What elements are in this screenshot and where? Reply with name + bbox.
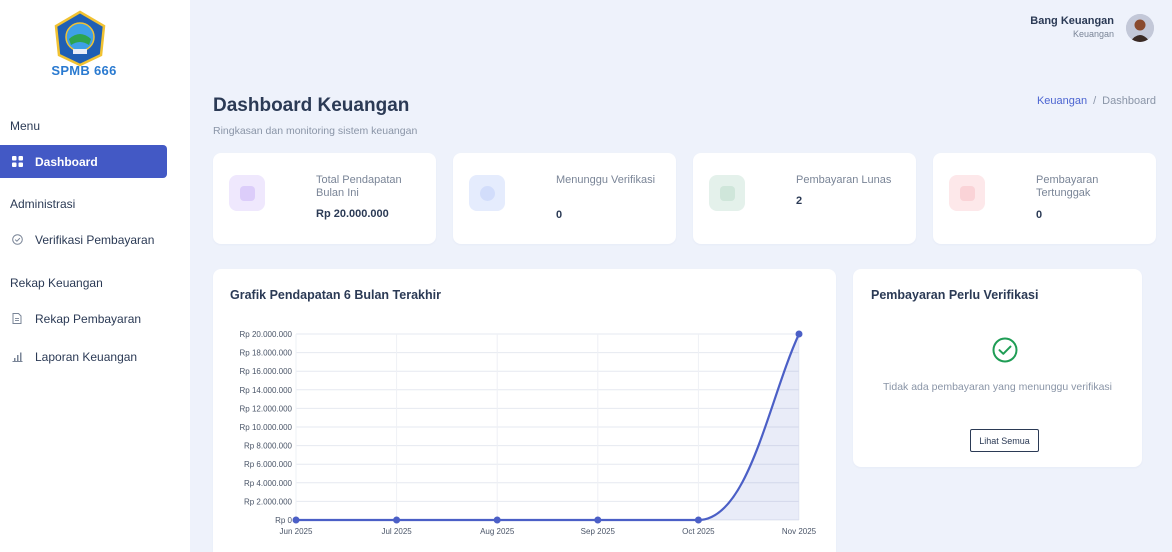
- y-tick-label: Rp 6.000.000: [244, 460, 293, 469]
- x-tick-label: Oct 2025: [682, 527, 715, 536]
- y-tick-label: Rp 0: [275, 516, 292, 525]
- document-icon: [11, 313, 23, 325]
- breadcrumb-separator: /: [1093, 95, 1097, 107]
- y-tick-label: Rp 12.000.000: [240, 404, 293, 413]
- verification-empty-text: Tidak ada pembayaran yang menunggu verif…: [883, 381, 1112, 393]
- user-name[interactable]: Bang Keuangan: [1030, 15, 1114, 27]
- breadcrumb-link-keuangan[interactable]: Keuangan: [1037, 95, 1087, 107]
- revenue-chart-card: Grafik Pendapatan 6 Bulan Terakhir Rp 0R…: [213, 269, 836, 552]
- section-label-administrasi: Administrasi: [10, 197, 76, 211]
- y-tick-label: Rp 20.000.000: [240, 330, 293, 339]
- sidebar-item-label: Verifikasi Pembayaran: [35, 232, 155, 247]
- sidebar-item-label: Rekap Pembayaran: [35, 311, 142, 326]
- section-label-rekap: Rekap Keuangan: [10, 276, 103, 290]
- page-title: Dashboard Keuangan: [213, 95, 410, 116]
- sidebar-item-laporan-keuangan[interactable]: Laporan Keuangan: [0, 340, 167, 373]
- stat-value: Rp 20.000.000: [316, 208, 389, 220]
- data-point: [493, 516, 501, 524]
- verification-title: Pembayaran Perlu Verifikasi: [871, 288, 1039, 302]
- sidebar: SPMB 666 Menu Dashboard Administrasi Ver…: [0, 0, 190, 552]
- stat-label: Pembayaran Lunas: [796, 174, 892, 186]
- y-tick-label: Rp 2.000.000: [244, 497, 293, 506]
- x-tick-label: Nov 2025: [782, 527, 817, 536]
- y-tick-label: Rp 4.000.000: [244, 479, 293, 488]
- y-tick-label: Rp 14.000.000: [240, 386, 293, 395]
- verification-card: Pembayaran Perlu Verifikasi Tidak ada pe…: [853, 269, 1142, 467]
- clock-icon: [469, 175, 505, 211]
- x-tick-label: Jul 2025: [381, 527, 412, 536]
- avatar[interactable]: [1126, 14, 1154, 42]
- chart-title: Grafik Pendapatan 6 Bulan Terakhir: [230, 288, 441, 302]
- sidebar-item-label: Laporan Keuangan: [35, 349, 138, 364]
- brand-name: SPMB 666: [51, 63, 117, 78]
- check-circle-icon: [992, 337, 1018, 363]
- y-tick-label: Rp 16.000.000: [240, 367, 293, 376]
- wallet-icon: [229, 175, 265, 211]
- x-tick-label: Jun 2025: [280, 527, 313, 536]
- data-point: [694, 516, 702, 524]
- page-subtitle: Ringkasan dan monitoring sistem keuangan: [213, 125, 418, 137]
- y-tick-label: Rp 8.000.000: [244, 442, 293, 451]
- breadcrumb-current: Dashboard: [1102, 95, 1156, 107]
- see-all-button[interactable]: Lihat Semua: [970, 429, 1039, 452]
- stat-label: Menunggu Verifikasi: [556, 174, 656, 186]
- revenue-line-chart: Rp 0 Rp 2.000.000 Rp 4.000.000 Rp 6.000.000…: [240, 330, 817, 536]
- data-point: [594, 516, 602, 524]
- check-circle-icon: [11, 234, 23, 246]
- x-tick-label: Sep 2025: [581, 527, 616, 536]
- grid-icon: [11, 156, 23, 168]
- x-square-icon: [949, 175, 985, 211]
- section-label-menu: Menu: [10, 119, 41, 133]
- sidebar-item-rekap-pembayaran[interactable]: Rekap Pembayaran: [0, 302, 167, 335]
- bar-chart-icon: [11, 351, 23, 363]
- sidebar-item-verifikasi[interactable]: Verifikasi Pembayaran: [0, 223, 167, 256]
- stat-value: 0: [1036, 209, 1043, 221]
- data-point: [292, 516, 300, 524]
- stat-value: 0: [556, 209, 563, 221]
- stat-card-pembayaran-tertunggak: Pembayaran Tertunggak 0: [933, 153, 1156, 244]
- stat-card-pembayaran-lunas: Pembayaran Lunas 2: [693, 153, 916, 244]
- y-tick-label: Rp 18.000.000: [240, 349, 293, 358]
- breadcrumb: Keuangan / Dashboard: [1037, 95, 1156, 107]
- stat-label: Total Pendapatan Bulan Ini: [316, 174, 402, 199]
- stat-card-total-pendapatan: Total Pendapatan Bulan Ini Rp 20.000.000: [213, 153, 436, 244]
- sidebar-item-label: Dashboard: [35, 154, 98, 169]
- stat-label: Pembayaran Tertunggak: [1036, 174, 1099, 199]
- y-tick-label: Rp 10.000.000: [240, 423, 293, 432]
- x-tick-label: Aug 2025: [480, 527, 515, 536]
- data-point: [393, 516, 401, 524]
- user-role: Keuangan: [1072, 29, 1114, 39]
- sidebar-item-dashboard[interactable]: Dashboard: [0, 145, 167, 178]
- stat-value: 2: [796, 195, 803, 207]
- school-logo: [51, 9, 109, 67]
- stat-card-menunggu-verifikasi: Menunggu Verifikasi 0: [453, 153, 676, 244]
- check-square-icon: [709, 175, 745, 211]
- data-point: [795, 330, 803, 338]
